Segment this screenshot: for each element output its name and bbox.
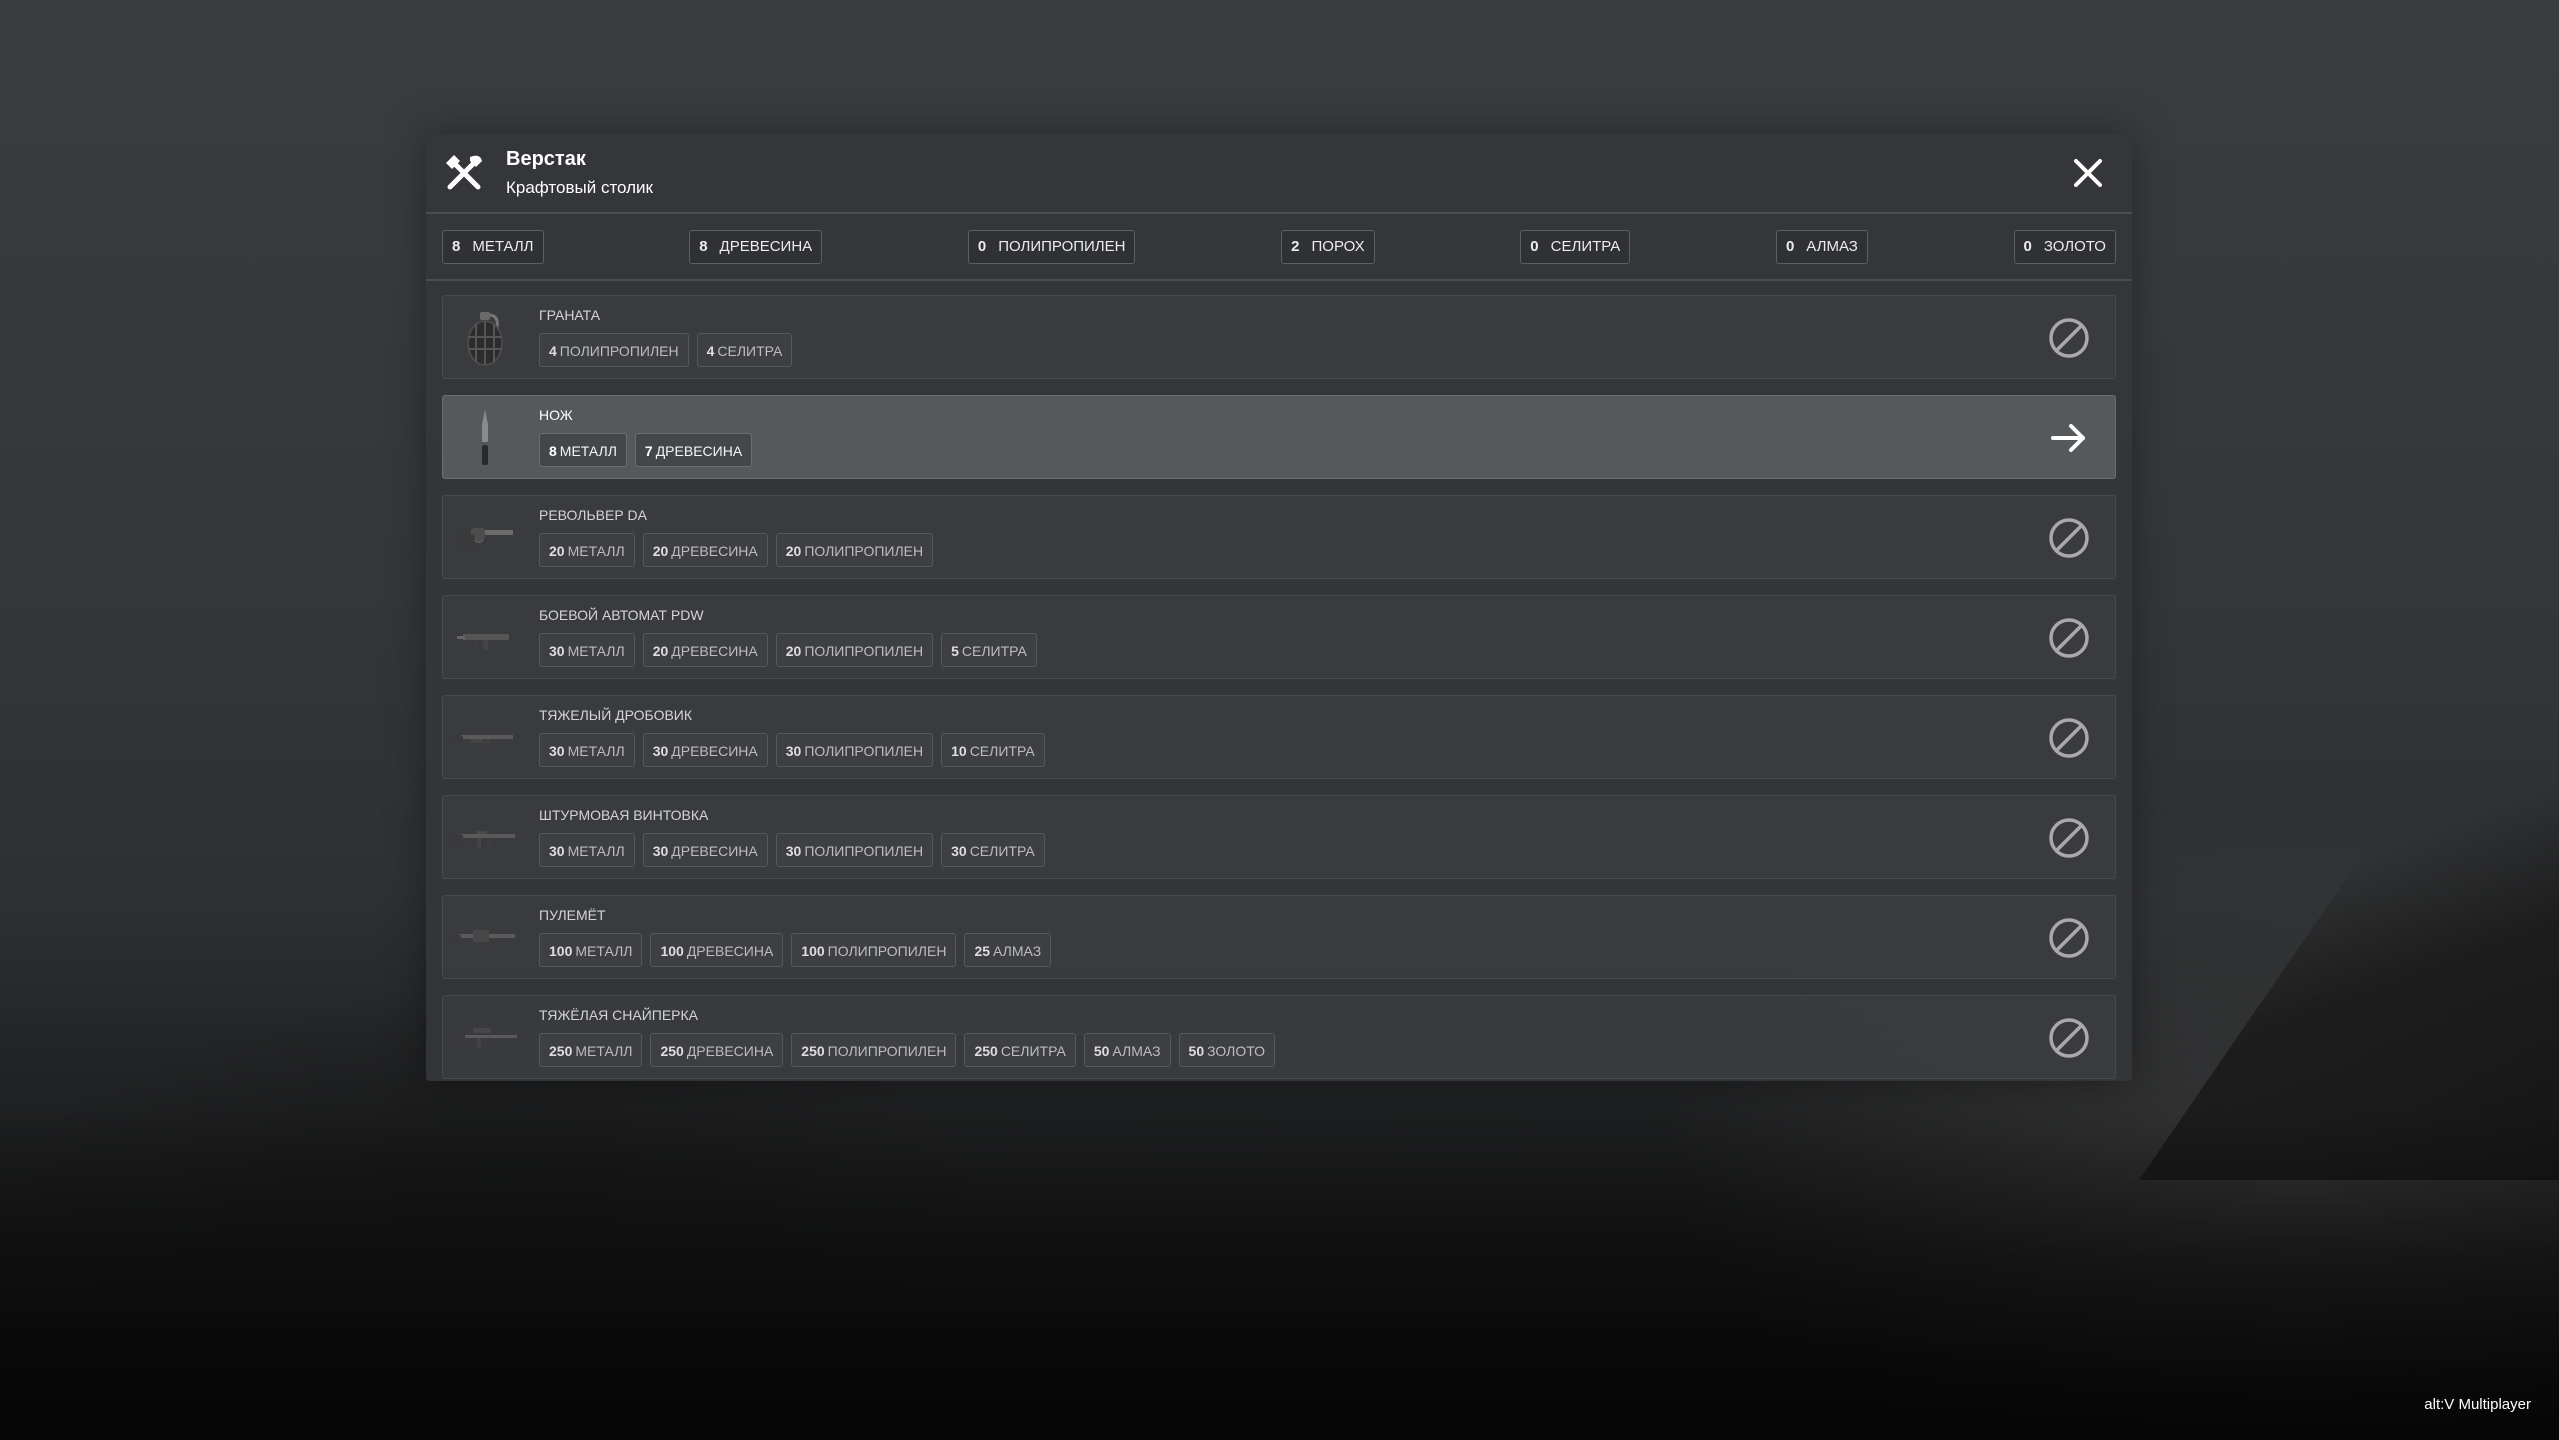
unavailable-icon bbox=[2049, 318, 2089, 358]
cost-badge: 5 СЕЛИТРА bbox=[941, 633, 1037, 667]
recipe-costs: 30 МЕТАЛЛ 30 ДРЕВЕСИНА 30 ПОЛИПРОПИЛЕН 30 СЕ… bbox=[539, 833, 1045, 867]
cost-badge: 20 ПОЛИПРОПИЛЕН bbox=[775, 633, 934, 667]
resource-bar: 8 МЕТАЛЛ 8 ДРЕВЕСИНА 0 ПОЛИПРОПИЛЕН 2 ПОРОХ … bbox=[426, 214, 2132, 281]
workbench-window: Верстак Крафтовый столик 8 МЕТАЛЛ 8 ДРЕВЕС… bbox=[426, 134, 2132, 1081]
unavailable-icon bbox=[2049, 518, 2089, 558]
recipe-costs: 30 МЕТАЛЛ 20 ДРЕВЕСИНА 20 ПОЛИПРОПИЛЕН 5 СЕЛ… bbox=[539, 633, 1037, 667]
recipe-costs: 100 МЕТАЛЛ 100 ДРЕВЕСИНА 100 ПОЛИПРОПИЛЕН 2… bbox=[539, 933, 1052, 967]
cost-badge: 250 СЕЛИТРА bbox=[964, 1033, 1076, 1067]
recipe-row-assault-rifle[interactable]: ШТУРМОВАЯ ВИНТОВКА 30 МЕТАЛЛ 30 ДРЕВЕСИНА … bbox=[442, 795, 2116, 879]
cost-badge: 4 ПОЛИПРОПИЛЕН bbox=[539, 333, 689, 367]
recipe-costs: 20 МЕТАЛЛ 20 ДРЕВЕСИНА 20 ПОЛИПРОПИЛЕН bbox=[539, 533, 934, 567]
machine-gun-icon bbox=[455, 930, 515, 950]
cost-badge: 30 МЕТАЛЛ bbox=[539, 833, 635, 867]
window-header: Верстак Крафтовый столик bbox=[426, 134, 2132, 214]
arrow-right-icon[interactable] bbox=[2047, 416, 2091, 460]
cost-badge: 250 ДРЕВЕСИНА bbox=[650, 1033, 784, 1067]
cost-badge: 100 МЕТАЛЛ bbox=[539, 933, 643, 967]
revolver-icon bbox=[461, 528, 513, 551]
close-icon[interactable] bbox=[2072, 157, 2104, 189]
cost-badge: 30 ПОЛИПРОПИЛЕН bbox=[775, 833, 934, 867]
recipe-costs: 8 МЕТАЛЛ 7 ДРЕВЕСИНА bbox=[539, 433, 753, 467]
cost-badge: 30 МЕТАЛЛ bbox=[539, 733, 635, 767]
resource-wood: 8 ДРЕВЕСИНА bbox=[689, 229, 823, 264]
cost-badge: 30 ДРЕВЕСИНА bbox=[642, 733, 768, 767]
resource-gold: 0 ЗОЛОТО bbox=[2013, 229, 2116, 264]
recipe-list: ГРАНАТА 4 ПОЛИПРОПИЛЕН 4 СЕЛИТРА НОЖ 8 МЕТА… bbox=[426, 281, 2132, 1079]
cost-badge: 50 АЛМАЗ bbox=[1083, 1033, 1171, 1067]
smg-icon bbox=[457, 634, 509, 650]
recipe-name: РЕВОЛЬВЕР DA bbox=[539, 507, 648, 523]
cost-badge: 7 ДРЕВЕСИНА bbox=[634, 433, 753, 467]
sniper-rifle-icon bbox=[455, 1028, 517, 1048]
recipe-costs: 30 МЕТАЛЛ 30 ДРЕВЕСИНА 30 ПОЛИПРОПИЛЕН 10 СЕ… bbox=[539, 733, 1045, 767]
cost-badge: 50 ЗОЛОТО bbox=[1178, 1033, 1276, 1067]
recipe-costs: 250 МЕТАЛЛ 250 ДРЕВЕСИНА 250 ПОЛИПРОПИЛЕН 2… bbox=[539, 1033, 1276, 1067]
cost-badge: 4 СЕЛИТРА bbox=[696, 333, 793, 367]
grenade-icon bbox=[467, 312, 503, 366]
tools-icon bbox=[446, 155, 482, 190]
recipe-row-knife[interactable]: НОЖ 8 МЕТАЛЛ 7 ДРЕВЕСИНА bbox=[442, 395, 2116, 479]
cost-badge: 100 ДРЕВЕСИНА bbox=[650, 933, 784, 967]
recipe-name: ГРАНАТА bbox=[539, 307, 601, 323]
cost-badge: 100 ПОЛИПРОПИЛЕН bbox=[791, 933, 957, 967]
recipe-row-grenade[interactable]: ГРАНАТА 4 ПОЛИПРОПИЛЕН 4 СЕЛИТРА bbox=[442, 295, 2116, 379]
unavailable-icon bbox=[2049, 718, 2089, 758]
cost-badge: 30 СЕЛИТРА bbox=[941, 833, 1045, 867]
resource-gunpowder: 2 ПОРОХ bbox=[1281, 229, 1375, 264]
cost-badge: 20 ДРЕВЕСИНА bbox=[642, 633, 768, 667]
recipe-name: ТЯЖЁЛАЯ СНАЙПЕРКА bbox=[539, 1007, 699, 1023]
cost-badge: 30 ДРЕВЕСИНА bbox=[642, 833, 768, 867]
cost-badge: 20 ПОЛИПРОПИЛЕН bbox=[775, 533, 934, 567]
resource-saltpeter: 0 СЕЛИТРА bbox=[1520, 229, 1631, 264]
cost-badge: 10 СЕЛИТРА bbox=[941, 733, 1045, 767]
assault-rifle-icon bbox=[455, 831, 515, 848]
cost-badge: 8 МЕТАЛЛ bbox=[539, 433, 627, 467]
cost-badge: 250 МЕТАЛЛ bbox=[539, 1033, 643, 1067]
unavailable-icon bbox=[2049, 918, 2089, 958]
window-subtitle: Крафтовый столик bbox=[506, 178, 653, 197]
cost-badge: 250 ПОЛИПРОПИЛЕН bbox=[791, 1033, 957, 1067]
recipe-name: НОЖ bbox=[539, 407, 573, 423]
unavailable-icon bbox=[2049, 1018, 2089, 1058]
recipe-costs: 4 ПОЛИПРОПИЛЕН 4 СЕЛИТРА bbox=[539, 333, 793, 367]
shotgun-icon bbox=[455, 735, 513, 747]
recipe-name: ТЯЖЕЛЫЙ ДРОБОВИК bbox=[539, 707, 693, 723]
recipe-row-heavy-sniper[interactable]: ТЯЖЁЛАЯ СНАЙПЕРКА 250 МЕТАЛЛ 250 ДРЕВЕСИНА… bbox=[442, 995, 2116, 1079]
window-title: Верстак bbox=[506, 148, 586, 170]
resource-polypropylene: 0 ПОЛИПРОПИЛЕН bbox=[967, 229, 1136, 264]
resource-metal: 8 МЕТАЛЛ bbox=[442, 229, 544, 264]
recipe-name: ШТУРМОВАЯ ВИНТОВКА bbox=[539, 807, 709, 823]
unavailable-icon bbox=[2049, 818, 2089, 858]
recipe-row-machine-gun[interactable]: ПУЛЕМЁТ 100 МЕТАЛЛ 100 ДРЕВЕСИНА 100 ПОЛИПР… bbox=[442, 895, 2116, 979]
cost-badge: 30 ПОЛИПРОПИЛЕН bbox=[775, 733, 934, 767]
cost-badge: 25 АЛМАЗ bbox=[964, 933, 1052, 967]
recipe-name: БОЕВОЙ АВТОМАТ PDW bbox=[539, 607, 704, 623]
cost-badge: 20 ДРЕВЕСИНА bbox=[642, 533, 768, 567]
cost-badge: 20 МЕТАЛЛ bbox=[539, 533, 635, 567]
recipe-row-heavy-shotgun[interactable]: ТЯЖЕЛЫЙ ДРОБОВИК 30 МЕТАЛЛ 30 ДРЕВЕСИНА 30… bbox=[442, 695, 2116, 779]
resource-diamond: 0 АЛМАЗ bbox=[1775, 229, 1868, 264]
background-scene bbox=[0, 1110, 2559, 1440]
recipe-row-pdw[interactable]: БОЕВОЙ АВТОМАТ PDW 30 МЕТАЛЛ 20 ДРЕВЕСИНА … bbox=[442, 595, 2116, 679]
recipe-row-revolver[interactable]: РЕВОЛЬВЕР DA 20 МЕТАЛЛ 20 ДРЕВЕСИНА 20 ПОЛИ… bbox=[442, 495, 2116, 579]
unavailable-icon bbox=[2049, 618, 2089, 658]
knife-icon bbox=[479, 410, 491, 465]
altv-watermark: alt:V Multiplayer bbox=[2424, 1396, 2531, 1413]
recipe-name: ПУЛЕМЁТ bbox=[539, 907, 606, 923]
cost-badge: 30 МЕТАЛЛ bbox=[539, 633, 635, 667]
